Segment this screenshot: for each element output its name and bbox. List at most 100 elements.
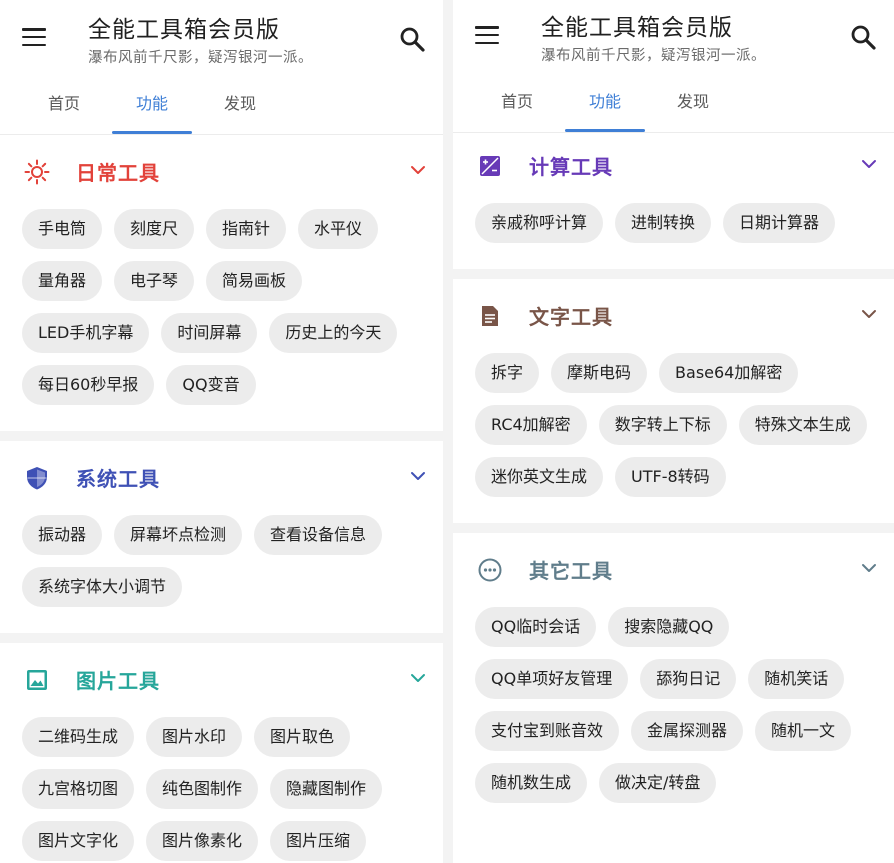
tool-chip[interactable]: 图片文字化 [22,821,135,861]
tool-chip[interactable]: 时间屏幕 [161,313,258,353]
tool-chip[interactable]: 数字转上下标 [598,405,727,445]
tab-bar: 首页 功能 发现 [0,78,443,135]
shield-icon [27,467,47,490]
tool-chip[interactable]: 亲戚称呼计算 [475,203,604,243]
tool-chip[interactable]: 随机笑话 [748,659,845,699]
tool-chip[interactable]: 刻度尺 [114,209,195,249]
app-title: 全能工具箱会员版 [541,15,733,41]
tool-chip[interactable]: 屏幕坏点检测 [114,515,243,555]
tool-chip[interactable]: 拆字 [475,353,540,393]
chevron-down-icon[interactable] [860,305,878,323]
tool-chip[interactable]: 手电筒 [22,209,103,249]
tool-chip[interactable]: 图片水印 [146,717,243,757]
document-icon [482,306,498,326]
tool-chip[interactable]: 水平仪 [298,209,379,249]
tab-discover[interactable]: 发现 [200,78,280,134]
tool-section: 文字工具拆字 摩斯电码 Base64加解密 RC4加解密 数字转上下标 特殊文本生成迷你英… [453,279,894,533]
tab-discover[interactable]: 发现 [653,76,733,132]
section-header[interactable]: 图片工具 [0,643,443,717]
panel-divider [443,0,453,863]
left-section-list: 日常工具手电筒 刻度尺 指南针 水平仪量角器 电子琴 简易画板 LED手机字幕 时间屏幕 历史上… [0,135,443,863]
tool-chip[interactable]: 图片取色 [254,717,351,757]
search-icon[interactable] [850,24,876,50]
tool-chip[interactable]: 电子琴 [114,261,195,301]
tool-chip[interactable]: 金属探测器 [631,711,744,751]
tool-section: 其它工具 QQ临时会话 搜索隐藏QQ QQ单项好友管理 舔狗日记 随机笑话支付宝到账音效金… [453,533,894,829]
tool-chip[interactable]: 九宫格切图 [22,769,135,809]
tool-chip[interactable]: 进制转换 [615,203,712,243]
app-bar: 全能工具箱会员版 瀑布风前千尺影，疑泻银河一派。 [453,0,894,76]
tool-chip[interactable]: 简易画板 [206,261,303,301]
section-title: 系统工具 [76,467,160,491]
tool-chip-list: 手电筒 刻度尺 指南针 水平仪量角器 电子琴 简易画板 LED手机字幕 时间屏幕 历史上的今天每… [0,209,443,431]
chevron-down-icon[interactable] [409,161,427,179]
tool-chip[interactable]: UTF-8转码 [615,457,726,497]
search-icon[interactable] [399,26,425,52]
tab-home[interactable]: 首页 [24,78,104,134]
section-header[interactable]: 日常工具 [0,135,443,209]
chevron-down-icon[interactable] [409,467,427,485]
section-header[interactable]: 文字工具 [453,279,894,353]
tool-chip[interactable]: 舔狗日记 [640,659,737,699]
tool-chip[interactable]: 二维码生成 [22,717,135,757]
tool-chip[interactable]: 纯色图制作 [146,769,259,809]
tool-chip-list: 二维码生成 图片水印 图片取色九宫格切图 纯色图制作 隐藏图制作图片文字化 图片像素化 图片… [0,717,443,863]
section-header[interactable]: 系统工具 [0,441,443,515]
tool-chip[interactable]: 隐藏图制作 [270,769,383,809]
tool-chip-list: 拆字 摩斯电码 Base64加解密 RC4加解密 数字转上下标 特殊文本生成迷你英文生成 U… [453,353,894,523]
image-icon [27,670,47,690]
calculator-icon [480,156,500,176]
tool-chip[interactable]: QQ临时会话 [475,607,597,647]
tool-chip[interactable]: 图片压缩 [270,821,367,861]
panel-left: 全能工具箱会员版 瀑布风前千尺影，疑泻银河一派。 首页 功能 发现 日常工具手电… [0,0,443,863]
menu-icon[interactable] [22,28,46,47]
tool-chip[interactable]: 特殊文本生成 [738,405,867,445]
tool-chip[interactable]: 随机一文 [755,711,852,751]
tool-chip[interactable]: QQ变音 [166,365,256,405]
section-header[interactable]: 计算工具 [453,129,894,203]
section-title: 计算工具 [529,155,613,179]
section-title: 图片工具 [76,669,160,693]
sun-icon [24,159,50,185]
tab-bar: 首页 功能 发现 [453,76,894,133]
tool-chip[interactable]: 摩斯电码 [551,353,648,393]
tool-chip[interactable]: QQ单项好友管理 [475,659,629,699]
tool-chip-list: QQ临时会话 搜索隐藏QQ QQ单项好友管理 舔狗日记 随机笑话支付宝到账音效 金属探测器… [453,607,894,829]
tab-features[interactable]: 功能 [112,78,192,134]
section-header[interactable]: 其它工具 [453,533,894,607]
tool-chip[interactable]: 随机数生成 [475,763,588,803]
chevron-down-icon[interactable] [860,559,878,577]
tool-chip[interactable]: 历史上的今天 [269,313,398,353]
tool-chip[interactable]: 图片像素化 [146,821,259,861]
tool-chip[interactable]: Base64加解密 [659,353,799,393]
chevron-down-icon[interactable] [860,155,878,173]
app-subtitle: 瀑布风前千尺影，疑泻银河一派。 [541,48,766,64]
tool-chip[interactable]: 做决定/转盘 [599,763,717,803]
tool-chip[interactable]: 指南针 [206,209,287,249]
tool-chip[interactable]: 迷你英文生成 [475,457,604,497]
menu-icon[interactable] [475,26,499,45]
tool-chip[interactable]: 支付宝到账音效 [475,711,620,751]
tool-chip[interactable]: 振动器 [22,515,103,555]
tab-home[interactable]: 首页 [477,76,557,132]
tab-features[interactable]: 功能 [565,76,645,132]
section-title: 日常工具 [76,161,160,185]
tool-chip[interactable]: 量角器 [22,261,103,301]
right-section-list: 计算工具亲戚称呼计算 进制转换 日期计算器文字工具拆字 摩斯电码 Base64加解密 RC… [453,129,894,829]
tool-chip-list: 亲戚称呼计算 进制转换 日期计算器 [453,203,894,269]
tool-section: 计算工具亲戚称呼计算 进制转换 日期计算器 [453,129,894,279]
tool-chip[interactable]: 每日60秒早报 [22,365,155,405]
app-title: 全能工具箱会员版 [88,17,280,43]
tool-chip[interactable]: 查看设备信息 [254,515,383,555]
tool-chip[interactable]: LED手机字幕 [22,313,150,353]
tool-chip[interactable]: 搜索隐藏QQ [608,607,730,647]
tool-chip[interactable]: 系统字体大小调节 [22,567,183,607]
tool-chip[interactable]: 日期计算器 [723,203,836,243]
tool-chip[interactable]: RC4加解密 [475,405,587,445]
tool-section: 日常工具手电筒 刻度尺 指南针 水平仪量角器 电子琴 简易画板 LED手机字幕 时间屏幕 历史上… [0,135,443,441]
section-title: 文字工具 [529,305,613,329]
tool-section: 图片工具二维码生成 图片水印 图片取色九宫格切图 纯色图制作 隐藏图制作图片文字化 图片像… [0,643,443,863]
app-subtitle: 瀑布风前千尺影，疑泻银河一派。 [88,50,313,66]
chevron-down-icon[interactable] [409,669,427,687]
section-title: 其它工具 [529,559,613,583]
